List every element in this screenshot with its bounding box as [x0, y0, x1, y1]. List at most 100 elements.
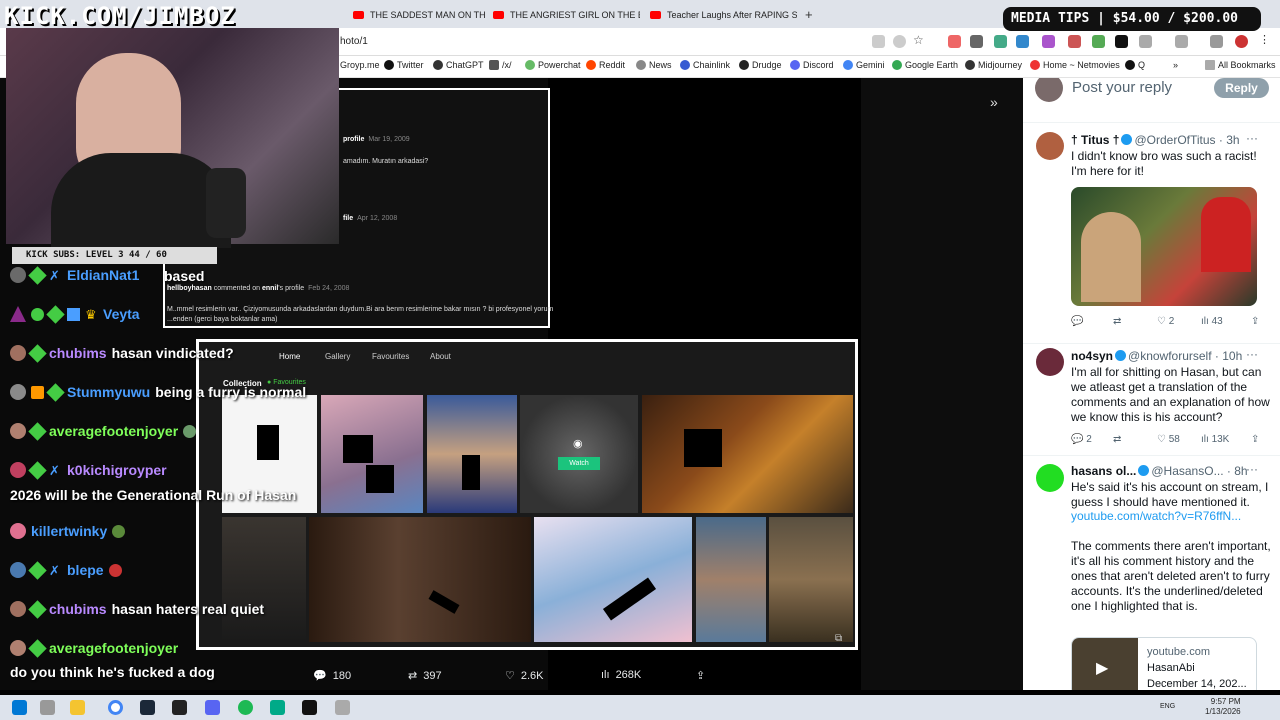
bookmark-item[interactable]: Groyp.me — [340, 60, 380, 70]
share-button[interactable]: ⇪ — [696, 669, 705, 682]
extension-icon[interactable] — [1016, 35, 1029, 48]
app-icon[interactable] — [302, 700, 317, 715]
extension-icon[interactable] — [994, 35, 1007, 48]
all-bookmarks-folder[interactable]: All Bookmarks — [1205, 60, 1276, 70]
bookmark-item[interactable]: Reddit — [586, 60, 625, 70]
chrome-icon[interactable] — [108, 700, 123, 715]
gallery-thumbnail[interactable] — [696, 517, 766, 642]
reply-button[interactable]: Reply — [1214, 78, 1269, 98]
expand-icon[interactable]: » — [990, 94, 998, 110]
task-view-icon[interactable] — [40, 700, 55, 715]
gallery-thumbnail[interactable] — [321, 395, 423, 513]
puzzle-icon[interactable] — [1139, 35, 1152, 48]
reply-icon[interactable]: 💬 — [1071, 316, 1113, 327]
app-icon[interactable] — [172, 700, 187, 715]
gallery-thumbnail[interactable] — [309, 517, 531, 642]
profile-avatar[interactable] — [1235, 35, 1248, 48]
link-card[interactable]: ▶ youtube.com HasanAbi December 14, 202.… — [1071, 637, 1257, 690]
bookmark-item[interactable]: Powerchat — [525, 60, 581, 70]
comment-header: profile Mar 19, 2009 — [343, 136, 410, 143]
bookmark-item[interactable]: News — [636, 60, 672, 70]
nav-gallery[interactable]: Gallery — [325, 352, 350, 361]
x-icon[interactable] — [1115, 35, 1128, 48]
nav-home[interactable]: Home — [279, 352, 300, 361]
sidebar-icon[interactable] — [1175, 35, 1188, 48]
nav-about[interactable]: About — [430, 352, 451, 361]
background-sidebar — [861, 78, 1023, 690]
avatar[interactable] — [1036, 464, 1064, 492]
extension-icon[interactable] — [1042, 35, 1055, 48]
more-icon[interactable]: ··· — [1246, 462, 1258, 476]
browser-tab-3[interactable]: Teacher Laughs After RAPING S✕ — [642, 4, 797, 26]
bookmark-item[interactable]: Drudge — [739, 60, 782, 70]
extension-icon[interactable] — [970, 35, 983, 48]
bookmark-item[interactable]: Twitter — [384, 60, 424, 70]
bookmark-item[interactable]: Chainlink — [680, 60, 730, 70]
watch-button[interactable]: Watch — [558, 457, 600, 470]
bookmark-item[interactable]: Q — [1125, 60, 1145, 70]
extension-icon[interactable] — [1092, 35, 1105, 48]
app-icon[interactable] — [335, 700, 350, 715]
reply-input[interactable]: Post your reply — [1072, 79, 1172, 96]
like-button[interactable]: ♡ 58 — [1157, 434, 1201, 445]
star-icon[interactable]: ☆ — [913, 33, 926, 47]
discord-icon[interactable] — [205, 700, 220, 715]
gallery-thumbnail[interactable] — [534, 517, 692, 642]
bookmark-item[interactable]: Google Earth — [892, 60, 958, 70]
nav-favourites[interactable]: Favourites — [372, 352, 409, 361]
chat-message: based — [164, 268, 205, 284]
screenshot-icon[interactable]: ⧉ — [835, 633, 842, 644]
reply-button[interactable]: 💬 2 — [1071, 434, 1113, 445]
bookmark-item[interactable]: Gemini — [843, 60, 885, 70]
like-button[interactable]: ♡ 2 — [1157, 316, 1201, 327]
bookmark-item[interactable]: Home ~ Netmovies — [1030, 60, 1120, 70]
like-button[interactable]: ♡ 2.6K — [505, 669, 544, 683]
views-button[interactable]: ılı 13K — [1201, 434, 1251, 445]
language-indicator[interactable]: ENG — [1160, 703, 1175, 710]
spotify-icon[interactable] — [238, 700, 253, 715]
browser-tab-1[interactable]: THE SADDEST MAN ON THE PL✕ — [345, 4, 485, 26]
bookmark-item[interactable]: ChatGPT — [433, 60, 484, 70]
views-button[interactable]: ılı 43 — [1201, 316, 1251, 327]
extension-icon[interactable] — [1068, 35, 1081, 48]
app-icon[interactable] — [270, 700, 285, 715]
reply-author[interactable]: † Titus † @OrderOfTitus · 3h — [1071, 133, 1240, 147]
views-button[interactable]: ılı 268K — [601, 669, 641, 681]
repost-icon[interactable]: ⇄ — [1113, 316, 1157, 327]
bookmark-item[interactable]: Discord — [790, 60, 834, 70]
new-tab-button[interactable]: + — [805, 7, 813, 22]
repost-icon[interactable]: ⇄ — [1113, 434, 1157, 445]
steam-icon[interactable] — [140, 700, 155, 715]
repost-button[interactable]: ⇄ 397 — [408, 669, 442, 683]
verified-badge-icon — [31, 307, 44, 321]
windows-start-icon[interactable] — [12, 700, 27, 715]
replies-button[interactable]: 💬 180 — [313, 669, 351, 683]
share-icon[interactable]: ⇪ — [1251, 434, 1259, 445]
download-icon[interactable] — [1210, 35, 1223, 48]
avatar[interactable] — [1036, 132, 1064, 160]
zoom-icon[interactable] — [893, 35, 906, 48]
extension-icon[interactable] — [948, 35, 961, 48]
bookmarks-overflow-icon[interactable]: » — [1173, 60, 1178, 70]
share-icon[interactable]: ⇪ — [1251, 316, 1259, 327]
bookmark-item[interactable]: /x/ — [489, 60, 512, 70]
reply-image[interactable] — [1071, 187, 1257, 306]
gallery-thumbnail[interactable] — [769, 517, 853, 642]
reply-author[interactable]: hasans ol... @HasansO... · 8h — [1071, 464, 1248, 478]
avatar[interactable] — [1036, 348, 1064, 376]
youtube-link[interactable]: youtube.com/watch?v=R76ffN... — [1071, 509, 1241, 524]
gallery-thumbnail[interactable] — [222, 517, 306, 642]
url-field[interactable]: hoto/1 — [340, 36, 368, 47]
gallery-thumbnail[interactable] — [642, 395, 853, 513]
file-explorer-icon[interactable] — [70, 700, 85, 715]
menu-icon[interactable]: ⋮ — [1259, 33, 1272, 46]
reply-author[interactable]: no4syn @knowforurself · 10h — [1071, 349, 1242, 363]
system-clock[interactable]: 9:57 PM 1/13/2026 — [1205, 697, 1241, 717]
screen-icon[interactable] — [872, 35, 885, 48]
gallery-thumbnail[interactable]: ◉ Watch — [520, 395, 638, 513]
more-icon[interactable]: ··· — [1246, 347, 1258, 361]
gallery-thumbnail[interactable] — [427, 395, 517, 513]
browser-tab-2[interactable]: THE ANGRIEST GIRL ON THE E✕ — [485, 4, 640, 26]
more-icon[interactable]: ··· — [1246, 131, 1258, 145]
bookmark-item[interactable]: Midjourney — [965, 60, 1022, 70]
